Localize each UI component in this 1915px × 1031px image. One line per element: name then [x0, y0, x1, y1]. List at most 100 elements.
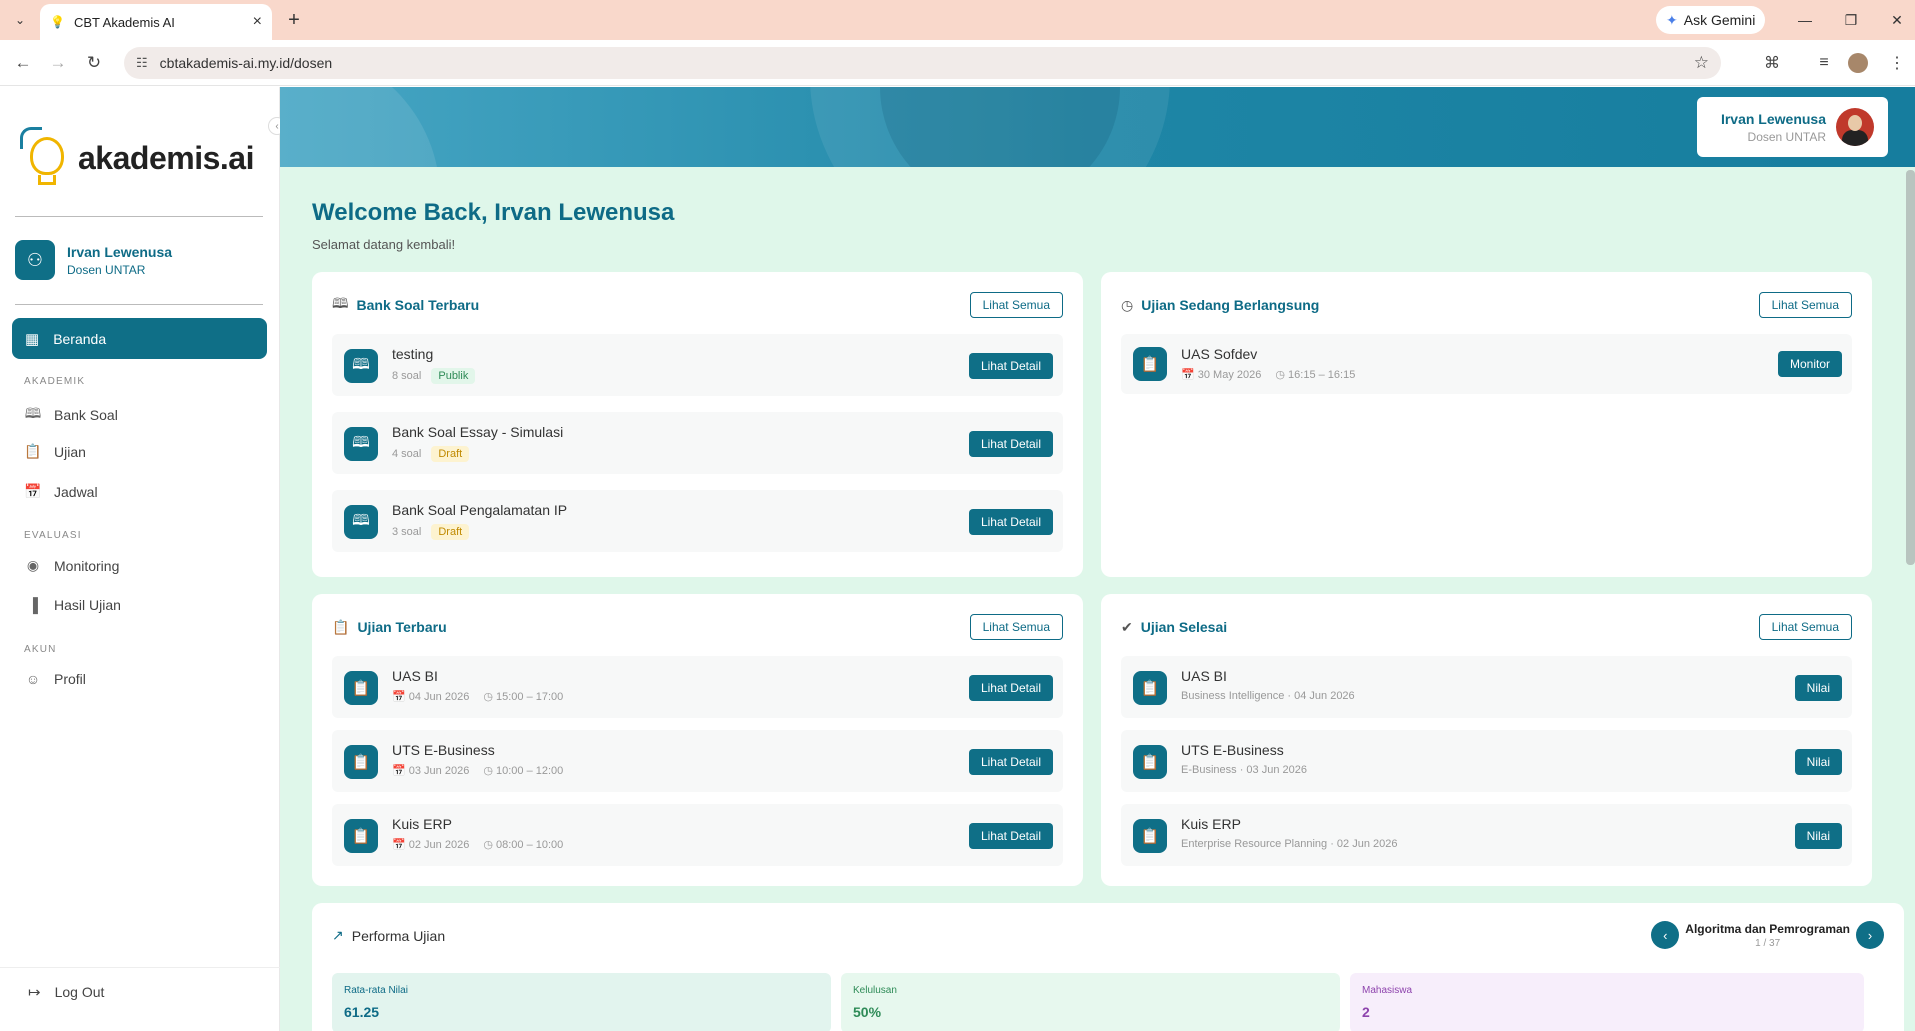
sidebar-item-label: Ujian	[54, 443, 86, 460]
sidebar-item-label: Profil	[54, 671, 86, 687]
item-title: UAS BI	[1181, 668, 1227, 684]
item-title: UAS BI	[392, 668, 438, 684]
section-label-akademik: AKADEMIK	[24, 376, 86, 387]
browser-menu-icon[interactable]: ⋮	[1884, 50, 1910, 76]
clipboard-icon: 📋	[344, 745, 378, 779]
sidebar-item-monitoring[interactable]: ◉ Monitoring	[24, 557, 119, 574]
sidebar-item-jadwal[interactable]: 📅 Jadwal	[24, 483, 98, 500]
view-detail-button[interactable]: Lihat Detail	[968, 823, 1053, 849]
calendar-icon: 📅	[1181, 369, 1198, 381]
list-item: 📋 UAS BI Business Intelligence · 04 Jun …	[1121, 656, 1852, 718]
restore-icon[interactable]: ❐	[1836, 8, 1866, 32]
stat-label: Kelulusan	[853, 985, 897, 996]
sidebar-item-label: Jadwal	[54, 483, 98, 500]
logout-button[interactable]: ↦ Log Out	[28, 983, 104, 1001]
browser-profile-avatar[interactable]	[1848, 53, 1868, 73]
url-text: cbtakademis-ai.my.id/dosen	[159, 55, 333, 71]
book-icon: 🕮	[344, 349, 378, 383]
sidebar-item-hasil-ujian[interactable]: ▐ Hasil Ujian	[24, 597, 121, 613]
page-subtitle: Selamat datang kembali!	[312, 237, 456, 252]
grade-button[interactable]: Nilai	[1794, 749, 1842, 775]
item-title: UTS E-Business	[1181, 742, 1284, 758]
card-title: Ujian Selesai	[1140, 619, 1228, 635]
stat-label: Rata-rata Nilai	[344, 985, 408, 996]
item-count: 4 soal	[392, 448, 422, 460]
open-book-icon: 🕮	[332, 295, 349, 311]
media-queue-icon[interactable]: ≡	[1811, 50, 1837, 76]
forward-arrow-icon[interactable]: →	[45, 50, 71, 76]
new-tab-plus-icon[interactable]: +	[282, 8, 306, 32]
address-bar-row: ← → ↻ ☷ cbtakademis-ai.my.id/dosen ☆ ⌘ ≡…	[0, 40, 1915, 86]
section-label-akun: AKUN	[24, 644, 57, 655]
card-title: Bank Soal Terbaru	[356, 297, 480, 313]
reload-icon[interactable]: ↻	[81, 50, 107, 76]
close-tab-icon[interactable]: ×	[253, 13, 262, 31]
page-title: Welcome Back, Irvan Lewenusa	[312, 199, 675, 226]
clock-icon: ◷	[1121, 296, 1134, 313]
minimize-icon[interactable]: —	[1790, 8, 1820, 32]
see-all-button[interactable]: Lihat Semua	[1758, 292, 1852, 318]
sidebar-item-bank-soal[interactable]: 🕮 Bank Soal	[24, 403, 118, 427]
sidebar-item-label: Monitoring	[54, 557, 120, 574]
calendar-icon: 📅	[392, 765, 409, 777]
main-content: Irvan Lewenusa Dosen UNTAR Welcome Back,…	[280, 87, 1915, 1031]
monitor-button[interactable]: Monitor	[1777, 351, 1842, 377]
ongoing-exams-card: ◷ Ujian Sedang Berlangsung Lihat Semua 📋…	[1101, 272, 1872, 577]
item-title: Bank Soal Pengalamatan IP	[392, 502, 568, 518]
stat-average: Rata-rata Nilai 61.25	[332, 973, 831, 1031]
next-course-button[interactable]: ›	[1856, 921, 1884, 949]
sidebar-item-ujian[interactable]: 📋 Ujian	[24, 443, 86, 460]
see-all-button[interactable]: Lihat Semua	[1758, 614, 1852, 640]
section-label-evaluasi: EVALUASI	[24, 530, 82, 541]
header-profile-card[interactable]: Irvan Lewenusa Dosen UNTAR	[1697, 97, 1888, 157]
view-detail-button[interactable]: Lihat Detail	[968, 431, 1053, 457]
list-item: 📋 Kuis ERP 📅 02 Jun 2026 ◷ 08:00 – 10:00…	[332, 804, 1063, 866]
book-icon: 🕮	[344, 427, 378, 461]
browser-tab-strip: ⌄ 💡 CBT Akademis AI × + ✦ Ask Gemini — ❐…	[0, 0, 1915, 40]
list-item: 🕮 Bank Soal Essay - Simulasi 4 soal Draf…	[332, 412, 1063, 474]
close-window-icon[interactable]: ✕	[1882, 8, 1912, 32]
extensions-puzzle-icon[interactable]: ⌘	[1759, 50, 1785, 76]
sidebar-item-label: Beranda	[53, 330, 107, 347]
sidebar: akademis.ai ‹ ⚇ Irvan Lewenusa Dosen UNT…	[0, 87, 286, 1031]
clipboard-icon: 📋	[332, 618, 350, 635]
header-user-role: Dosen UNTAR	[1747, 129, 1826, 144]
clock-icon: ◷	[483, 839, 496, 851]
ask-gemini-button[interactable]: ✦ Ask Gemini	[1656, 6, 1766, 34]
logout-icon: ↦	[28, 984, 41, 1001]
list-item: 🕮 Bank Soal Pengalamatan IP 3 soal Draft…	[332, 490, 1063, 552]
divider	[15, 216, 263, 217]
browser-tab[interactable]: 💡 CBT Akademis AI ×	[40, 4, 272, 40]
gemini-sparkle-icon: ✦	[1666, 11, 1678, 28]
sidebar-item-label: Hasil Ujian	[54, 597, 121, 613]
grade-button[interactable]: Nilai	[1794, 823, 1842, 849]
item-title: UAS Sofdev	[1181, 346, 1258, 362]
sidebar-item-beranda[interactable]: ▦ Beranda	[12, 318, 267, 359]
item-date: 30 May 2026	[1197, 368, 1262, 381]
grade-button[interactable]: Nilai	[1794, 675, 1842, 701]
sidebar-item-label: Bank Soal	[54, 407, 118, 423]
item-title: Bank Soal Essay - Simulasi	[392, 424, 564, 440]
omnibox[interactable]: ☷ cbtakademis-ai.my.id/dosen ☆	[124, 47, 1721, 79]
see-all-button[interactable]: Lihat Semua	[969, 614, 1063, 640]
item-meta: Business Intelligence · 04 Jun 2026	[1181, 690, 1355, 702]
view-detail-button[interactable]: Lihat Detail	[968, 509, 1053, 535]
see-all-button[interactable]: Lihat Semua	[969, 292, 1063, 318]
clock-icon: ◷	[1275, 369, 1289, 381]
bookmark-star-icon[interactable]: ☆	[1694, 53, 1709, 73]
course-counter: 1 / 37	[1755, 937, 1781, 949]
tab-search-chevron-icon[interactable]: ⌄	[8, 8, 32, 32]
status-badge: Draft	[431, 446, 470, 462]
page-scrollbar[interactable]	[1906, 170, 1915, 565]
stat-label: Mahasiswa	[1362, 985, 1413, 996]
view-detail-button[interactable]: Lihat Detail	[968, 749, 1053, 775]
sidebar-item-profil[interactable]: ☺ Profil	[24, 671, 86, 687]
back-arrow-icon[interactable]: ←	[10, 50, 36, 76]
stat-pass-rate: Kelulusan 50%	[841, 973, 1340, 1031]
card-title: Ujian Terbaru	[357, 619, 447, 635]
calendar-icon: 📅	[392, 839, 409, 851]
view-detail-button[interactable]: Lihat Detail	[968, 675, 1053, 701]
prev-course-button[interactable]: ‹	[1651, 921, 1680, 949]
site-info-icon[interactable]: ☷	[136, 55, 148, 71]
view-detail-button[interactable]: Lihat Detail	[968, 353, 1053, 379]
